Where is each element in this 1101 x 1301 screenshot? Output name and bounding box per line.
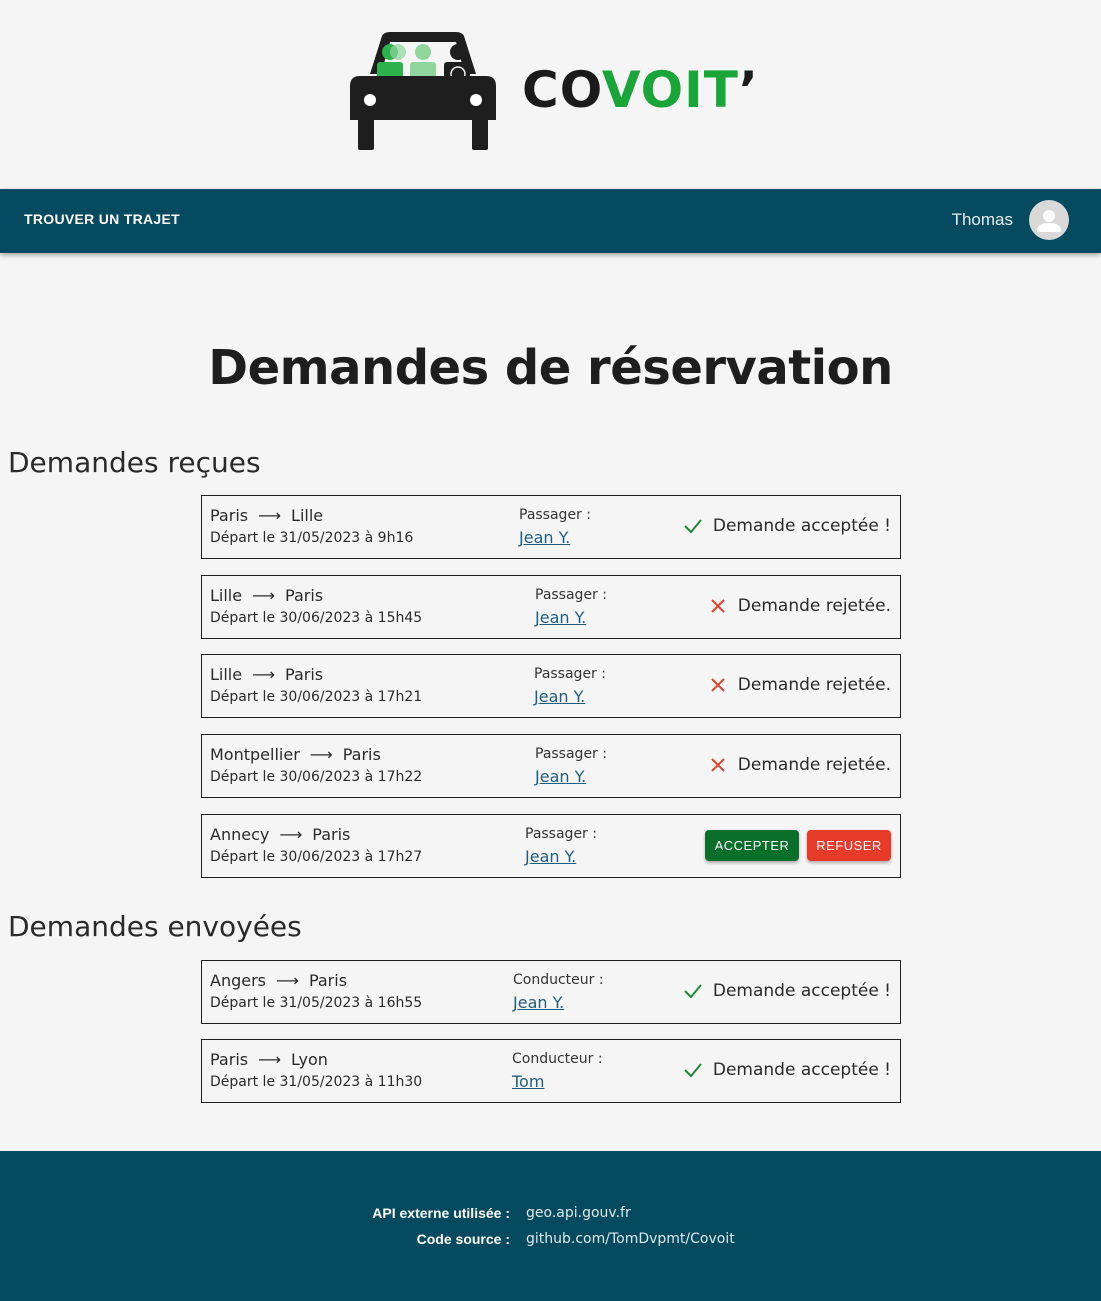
received-request-card: Montpellier ⟶ Paris Départ le 30/06/2023… xyxy=(201,734,901,798)
arrow-right-icon: ⟶ xyxy=(258,1050,282,1069)
departure-time: Départ le 31/05/2023 à 9h16 xyxy=(210,530,414,546)
route-to: Paris xyxy=(312,825,351,844)
route-from: Angers xyxy=(210,971,266,990)
route-to: Lille xyxy=(291,506,324,525)
route: Lille ⟶ Paris xyxy=(210,586,323,605)
departure-time: Départ le 31/05/2023 à 16h55 xyxy=(210,995,423,1011)
departure-time: Départ le 31/05/2023 à 11h30 xyxy=(210,1074,423,1090)
status-text: Demande rejetée. xyxy=(737,675,891,695)
route-from: Lille xyxy=(210,665,243,684)
footer-api-label: API externe utilisée : xyxy=(372,1205,510,1221)
refuse-button[interactable]: REFUSER xyxy=(807,830,891,861)
car-logo-icon xyxy=(350,32,496,150)
person-link[interactable]: Jean Y. xyxy=(534,687,585,706)
person-role: Conducteur : xyxy=(513,972,604,988)
route-from: Paris xyxy=(210,506,249,525)
status-rejected: Demande rejetée. xyxy=(708,596,891,616)
status-rejected: Demande rejetée. xyxy=(708,755,891,775)
footer-source-link[interactable]: github.com/TomDvpmt/Covoit xyxy=(526,1231,735,1247)
status-text: Demande rejetée. xyxy=(737,755,891,775)
user-name[interactable]: Thomas xyxy=(952,210,1013,230)
departure-time: Départ le 30/06/2023 à 17h22 xyxy=(210,769,423,785)
person-role: Passager : xyxy=(519,507,591,523)
route: Paris ⟶ Lille xyxy=(210,506,323,525)
status-rejected: Demande rejetée. xyxy=(708,675,891,695)
close-icon xyxy=(711,678,725,692)
route-to: Paris xyxy=(285,665,324,684)
brand-name-part3: ’ xyxy=(738,61,759,119)
route: Paris ⟶ Lyon xyxy=(210,1050,328,1069)
close-icon xyxy=(711,599,725,613)
brand-name: COVOIT’ xyxy=(522,60,759,120)
sent-section-title: Demandes envoyées xyxy=(8,910,302,943)
footer: API externe utilisée : geo.api.gouv.fr C… xyxy=(0,1151,1101,1301)
footer-source-label: Code source : xyxy=(416,1231,510,1247)
close-icon xyxy=(711,758,725,772)
route-to: Paris xyxy=(308,971,348,990)
person-link[interactable]: Tom xyxy=(512,1072,544,1091)
person-link[interactable]: Jean Y. xyxy=(513,993,564,1012)
route: Montpellier ⟶ Paris xyxy=(210,745,381,764)
person-link[interactable]: Jean Y. xyxy=(535,608,586,627)
person-role: Passager : xyxy=(525,826,597,842)
received-request-card: Paris ⟶ Lille Départ le 31/05/2023 à 9h1… xyxy=(201,495,901,559)
route-to: Paris xyxy=(285,586,324,605)
route: Angers ⟶ Paris xyxy=(210,971,347,990)
status-text: Demande acceptée ! xyxy=(712,1060,891,1080)
route-from: Paris xyxy=(210,1050,249,1069)
check-icon xyxy=(684,519,702,534)
person-role: Passager : xyxy=(535,587,607,603)
arrow-right-icon: ⟶ xyxy=(258,506,282,525)
route-from: Montpellier xyxy=(210,745,300,764)
arrow-right-icon: ⟶ xyxy=(276,971,299,990)
avatar[interactable] xyxy=(1029,200,1069,240)
status-accepted: Demande acceptée ! xyxy=(683,981,891,1001)
route-to: Paris xyxy=(342,745,381,764)
route-from: Lille xyxy=(210,586,243,605)
find-trip-link[interactable]: TROUVER UN TRAJET xyxy=(24,211,180,227)
status-accepted: Demande acceptée ! xyxy=(683,1060,891,1080)
person-link[interactable]: Jean Y. xyxy=(535,767,586,786)
arrow-right-icon: ⟶ xyxy=(252,665,276,684)
status-text: Demande acceptée ! xyxy=(712,516,891,536)
received-section-title: Demandes reçues xyxy=(8,446,261,479)
departure-time: Départ le 30/06/2023 à 15h45 xyxy=(210,610,423,626)
sent-request-card: Paris ⟶ Lyon Départ le 31/05/2023 à 11h3… xyxy=(201,1039,901,1103)
received-request-card: Annecy ⟶ Paris Départ le 30/06/2023 à 17… xyxy=(201,814,901,878)
departure-time: Départ le 30/06/2023 à 17h21 xyxy=(210,689,423,705)
page-title: Demandes de réservation xyxy=(208,340,893,396)
route: Annecy ⟶ Paris xyxy=(210,825,350,844)
check-icon xyxy=(684,1063,702,1078)
footer-api-link[interactable]: geo.api.gouv.fr xyxy=(526,1205,631,1221)
route-to: Lyon xyxy=(291,1050,328,1069)
person-link[interactable]: Jean Y. xyxy=(519,528,570,547)
person-role: Conducteur : xyxy=(512,1051,603,1067)
accept-button[interactable]: ACCEPTER xyxy=(705,830,799,861)
logo-header: COVOIT’ xyxy=(0,0,1101,189)
brand-name-part2: VOIT xyxy=(601,61,739,119)
received-request-card: Lille ⟶ Paris Départ le 30/06/2023 à 15h… xyxy=(201,575,901,639)
received-request-card: Lille ⟶ Paris Départ le 30/06/2023 à 17h… xyxy=(201,654,901,718)
route-from: Annecy xyxy=(210,825,270,844)
status-text: Demande acceptée ! xyxy=(712,981,891,1001)
arrow-right-icon: ⟶ xyxy=(279,825,303,844)
brand-name-part1: CO xyxy=(522,61,602,119)
user-avatar-icon xyxy=(1037,210,1061,232)
status-accepted: Demande acceptée ! xyxy=(683,516,891,536)
sent-request-card: Angers ⟶ Paris Départ le 31/05/2023 à 16… xyxy=(201,960,901,1024)
departure-time: Départ le 30/06/2023 à 17h27 xyxy=(210,849,423,865)
check-icon xyxy=(684,984,702,999)
arrow-right-icon: ⟶ xyxy=(252,586,276,605)
person-link[interactable]: Jean Y. xyxy=(525,847,576,866)
status-text: Demande rejetée. xyxy=(737,596,891,616)
arrow-right-icon: ⟶ xyxy=(309,745,333,764)
person-role: Passager : xyxy=(534,666,606,682)
navbar: TROUVER UN TRAJET Thomas xyxy=(0,189,1101,253)
route: Lille ⟶ Paris xyxy=(210,665,323,684)
person-role: Passager : xyxy=(535,746,607,762)
